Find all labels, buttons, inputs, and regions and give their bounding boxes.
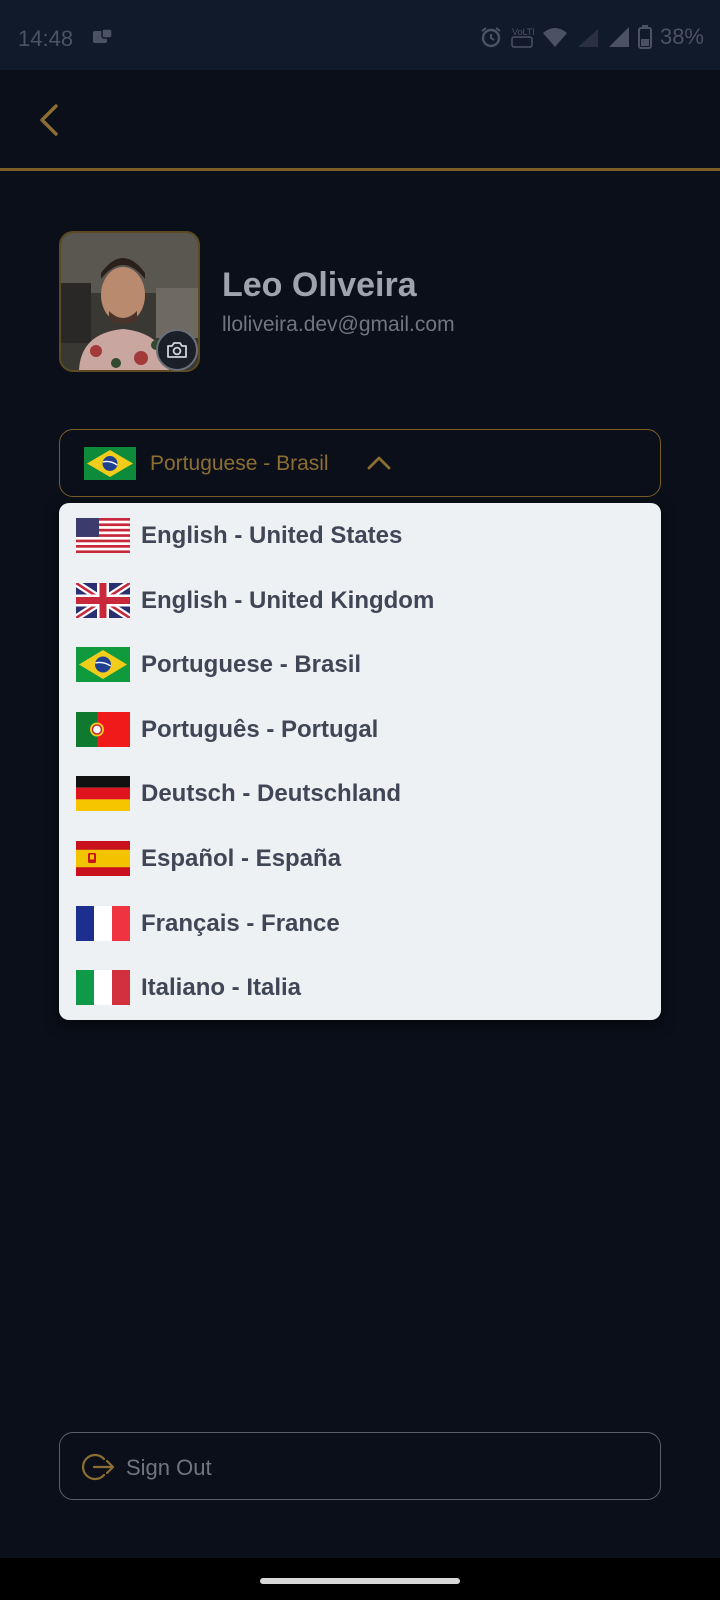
language-select[interactable]: Portuguese - Brasil <box>59 429 661 497</box>
header <box>0 70 720 171</box>
user-name: Leo Oliveira <box>222 266 417 304</box>
language-option-pt-pt[interactable]: Português - Portugal <box>59 698 661 762</box>
language-option-en-gb[interactable]: English - United Kingdom <box>59 569 661 633</box>
language-option-de-de[interactable]: Deutsch - Deutschland <box>59 762 661 826</box>
status-bar: 14:48 VoLTE 38% <box>0 0 720 70</box>
flag-brazil-icon <box>84 447 136 480</box>
language-option-label: Español - España <box>141 845 342 872</box>
svg-text:VoLTE: VoLTE <box>512 27 534 37</box>
signal-weak-icon <box>577 29 598 47</box>
chevron-up-icon <box>367 456 391 470</box>
volte-icon: VoLTE <box>511 27 534 48</box>
flag-germany-icon <box>76 776 130 811</box>
language-option-label: Français - France <box>141 910 340 937</box>
language-option-pt-br[interactable]: Portuguese - Brasil <box>59 633 661 697</box>
language-option-it-it[interactable]: Italiano - Italia <box>59 956 661 1020</box>
language-option-label: Italiano - Italia <box>141 974 302 1001</box>
flag-portugal-icon <box>76 712 130 747</box>
flag-uk-icon <box>76 583 130 618</box>
camera-icon <box>167 342 187 358</box>
sign-out-button[interactable]: Sign Out <box>59 1432 661 1500</box>
alarm-icon <box>481 27 501 48</box>
notification-icon <box>93 28 113 43</box>
flag-us-icon <box>76 518 130 553</box>
sign-out-icon <box>82 1453 115 1481</box>
flag-spain-icon <box>76 841 130 876</box>
signal-icon <box>608 27 629 47</box>
wifi-icon <box>542 28 567 47</box>
flag-italy-icon <box>76 970 130 1005</box>
language-option-label: Deutsch - Deutschland <box>141 780 402 807</box>
language-option-fr-fr[interactable]: Français - France <box>59 892 661 956</box>
home-indicator[interactable] <box>260 1578 460 1584</box>
language-option-label: Português - Portugal <box>141 716 379 743</box>
flag-brazil-icon <box>76 647 130 682</box>
battery-icon <box>637 25 652 49</box>
status-time: 14:48 <box>18 26 74 51</box>
user-email: lloliveira.dev@gmail.com <box>222 313 455 336</box>
battery-percentage: 38% <box>659 24 704 49</box>
selected-language-label: Portuguese - Brasil <box>150 452 329 475</box>
change-photo-button[interactable] <box>156 329 198 371</box>
language-dropdown: English - United States English - United… <box>59 503 661 1020</box>
language-option-label: English - United States <box>141 522 403 549</box>
status-icons: VoLTE 38% <box>480 24 704 50</box>
flag-france-icon <box>76 906 130 941</box>
language-option-label: English - United Kingdom <box>141 587 435 614</box>
language-option-es-es[interactable]: Español - España <box>59 827 661 891</box>
chevron-left-icon[interactable] <box>28 98 72 142</box>
language-option-label: Portuguese - Brasil <box>141 651 362 678</box>
sign-out-label: Sign Out <box>126 1455 212 1480</box>
language-option-en-us[interactable]: English - United States <box>59 504 661 568</box>
